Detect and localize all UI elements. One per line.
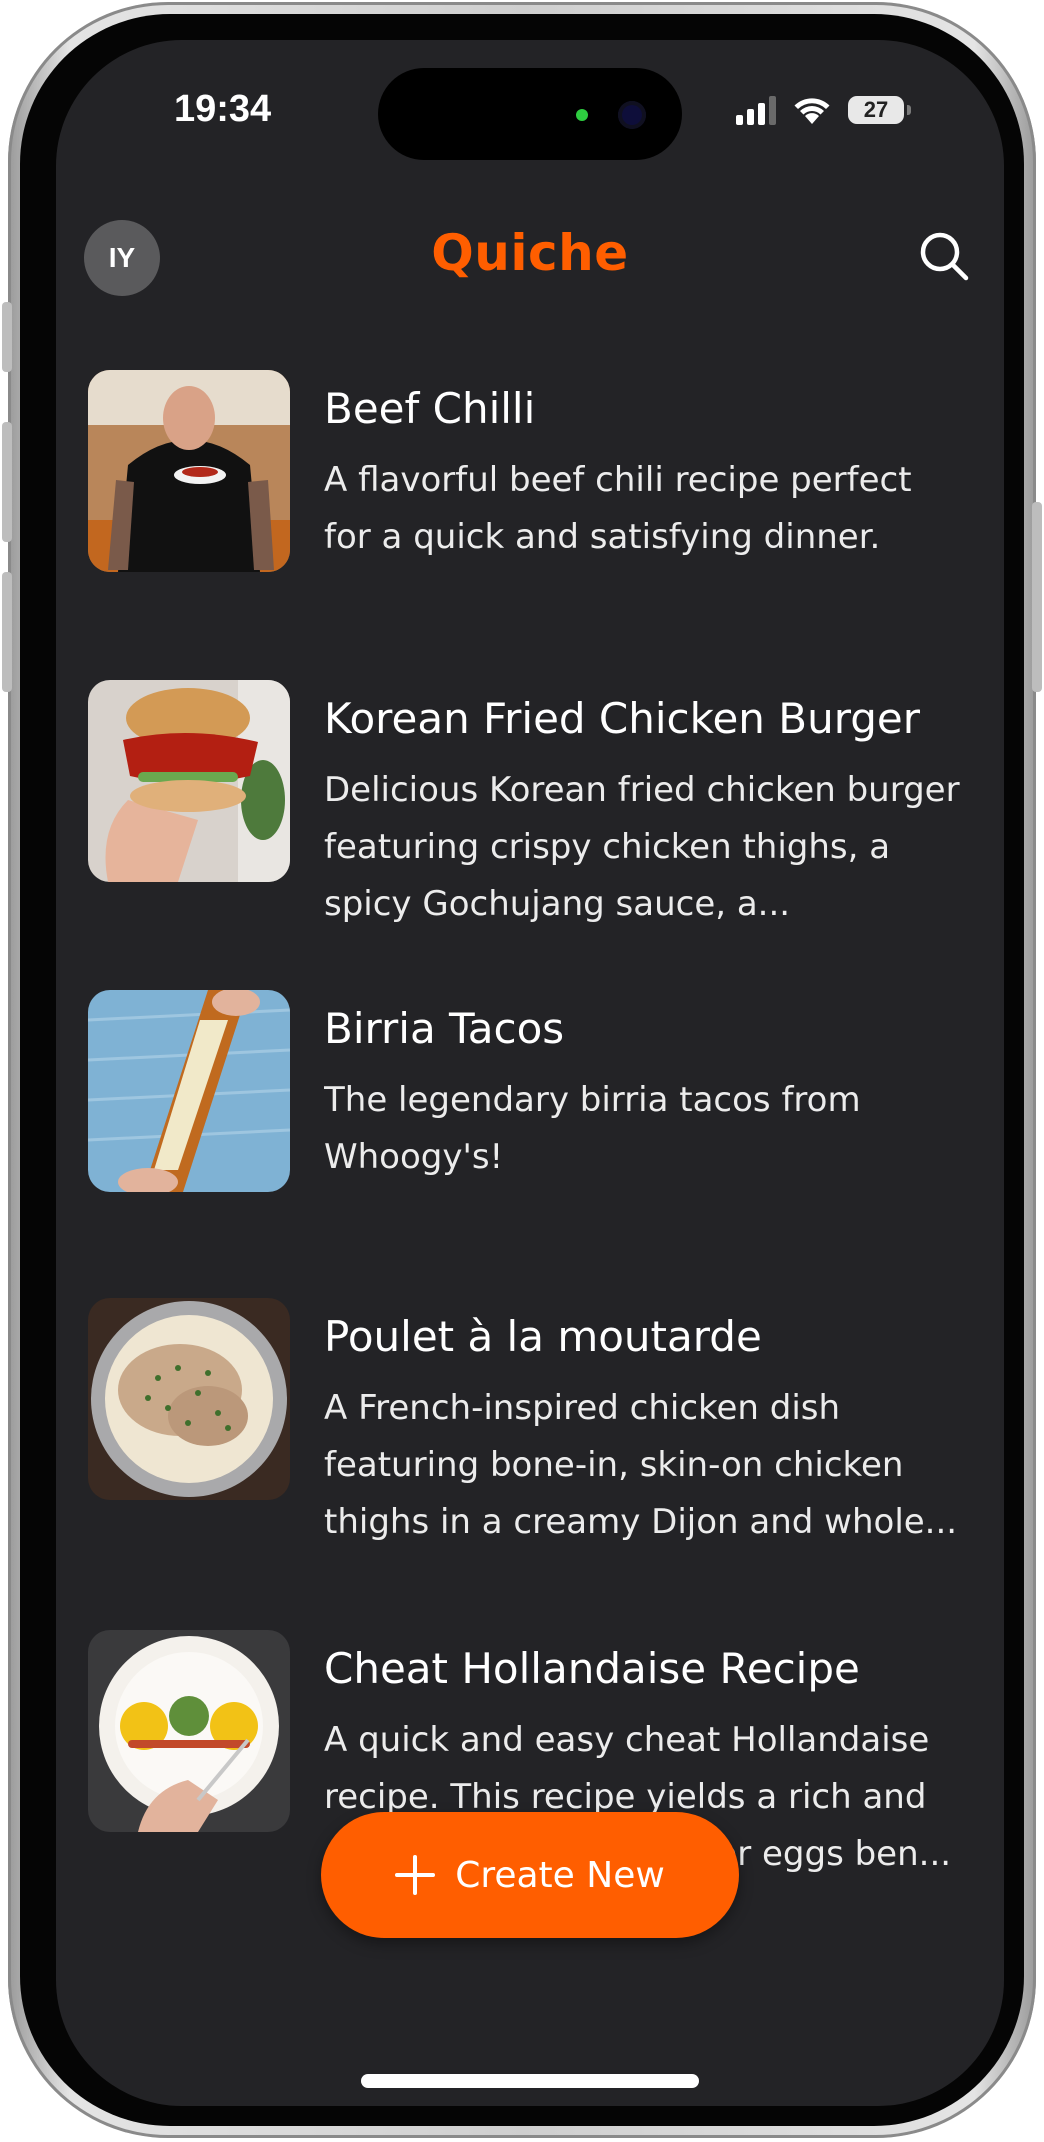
create-new-label: Create New bbox=[455, 1854, 665, 1896]
recipe-description: A French-inspired chicken dish featuring… bbox=[324, 1388, 958, 1542]
recipe-description: Delicious Korean fried chicken burger fe… bbox=[324, 770, 960, 924]
recipe-thumbnail bbox=[88, 1298, 290, 1500]
create-new-button[interactable]: Create New bbox=[321, 1812, 739, 1938]
wifi-icon bbox=[794, 98, 830, 124]
recipe-thumbnail bbox=[88, 370, 290, 572]
recipe-title: Poulet à la moutarde bbox=[324, 1312, 762, 1361]
power-button bbox=[1032, 502, 1042, 692]
app-screen: 19:34 27 IY Quiche Beef Chilli A flavorf… bbox=[56, 40, 1004, 2106]
search-icon[interactable] bbox=[916, 228, 972, 284]
recipe-thumbnail bbox=[88, 990, 290, 1192]
recipe-title: Cheat Hollandaise Recipe bbox=[324, 1644, 860, 1693]
battery-icon: 27 bbox=[848, 96, 911, 124]
cellular-signal-icon bbox=[736, 95, 776, 125]
front-camera-icon bbox=[618, 101, 646, 129]
app-title: Quiche bbox=[431, 224, 629, 282]
status-icons: 27 bbox=[736, 92, 911, 128]
recipe-description: A flavorful beef chili recipe perfect fo… bbox=[324, 460, 912, 557]
recipe-title: Korean Fried Chicken Burger bbox=[324, 694, 920, 743]
home-indicator[interactable] bbox=[361, 2074, 699, 2088]
camera-indicator-icon bbox=[576, 109, 588, 121]
recipe-thumbnail bbox=[88, 1630, 290, 1832]
recipe-title: Birria Tacos bbox=[324, 1004, 565, 1053]
recipe-description: The legendary birria tacos from Whoogy's… bbox=[324, 1080, 861, 1177]
recipe-title: Beef Chilli bbox=[324, 384, 536, 433]
dynamic-island bbox=[378, 68, 682, 160]
phone-frame: 19:34 27 IY Quiche Beef Chilli A flavorf… bbox=[2, 2, 1042, 2138]
plus-icon bbox=[395, 1855, 436, 1895]
mute-switch bbox=[2, 302, 12, 372]
recipe-thumbnail bbox=[88, 680, 290, 882]
volume-down-button bbox=[2, 572, 12, 692]
status-time: 19:34 bbox=[174, 88, 272, 130]
volume-up-button bbox=[2, 422, 12, 542]
